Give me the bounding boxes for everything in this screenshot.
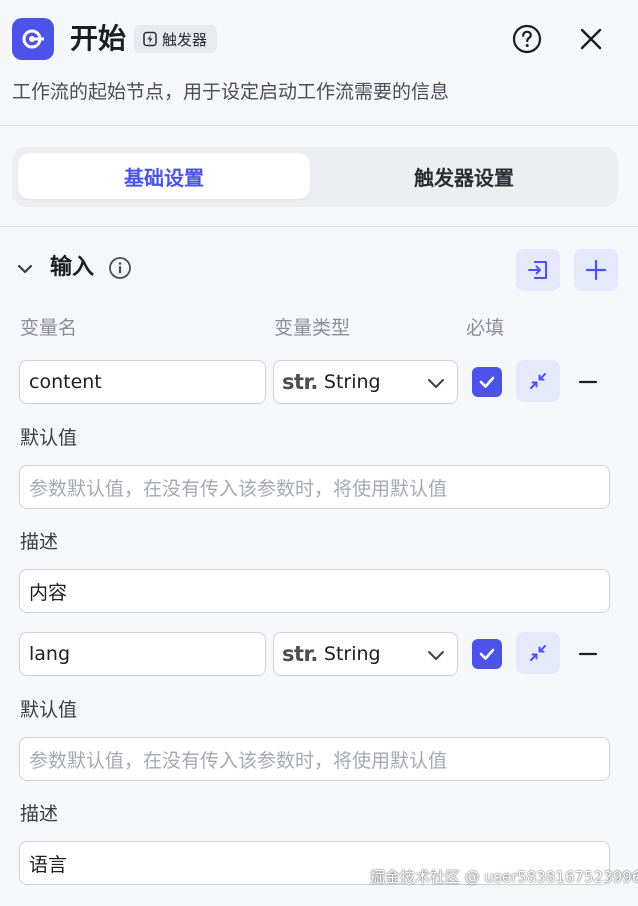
add-variable-button[interactable] (574, 249, 618, 291)
variable-type-select[interactable]: str. String (273, 360, 458, 404)
column-header-name: 变量名 (20, 317, 78, 339)
remove-variable-button[interactable] (574, 640, 602, 668)
start-node-icon (12, 18, 54, 60)
watermark: 掘金技术社区 @ user5838167523996 (370, 868, 638, 886)
collapse-arrows-icon (530, 645, 546, 661)
info-icon[interactable] (108, 256, 132, 280)
default-value-input[interactable]: 参数默认值，在没有传入该参数时，将使用默认值 (19, 737, 610, 781)
help-circle-icon (512, 24, 542, 54)
description-label: 描述 (20, 803, 59, 825)
collapse-arrows-icon (530, 373, 546, 389)
description-input[interactable]: 内容 (19, 569, 610, 613)
default-value-label: 默认值 (20, 699, 78, 721)
lightning-icon (143, 31, 157, 47)
description-label: 描述 (20, 531, 59, 553)
start-node-panel: 开始 触发器 工作流的起始节点，用于设定启动工作流需要的信息 基础设置 触发器设… (0, 0, 638, 906)
input-section-title: 输入 (50, 255, 95, 280)
node-title: 开始 (70, 22, 127, 55)
check-icon (479, 376, 495, 388)
column-header-required: 必填 (466, 317, 505, 339)
variable-type-select[interactable]: str. String (273, 632, 458, 676)
chevron-down-icon (17, 264, 33, 274)
column-header-type: 变量类型 (274, 317, 351, 339)
type-value: String (323, 643, 381, 665)
minus-icon (578, 652, 598, 656)
type-prefix: str. (282, 370, 318, 394)
minimize-button[interactable] (516, 360, 560, 402)
plus-icon (585, 259, 607, 281)
import-button[interactable] (516, 249, 560, 291)
node-description: 工作流的起始节点，用于设定启动工作流需要的信息 (12, 81, 450, 103)
required-checkbox[interactable] (472, 367, 502, 397)
close-button[interactable] (574, 22, 608, 56)
tabs-area: 基础设置 触发器设置 (0, 127, 638, 227)
remove-variable-button[interactable] (574, 368, 602, 396)
variable-name-input[interactable]: lang (19, 632, 266, 676)
chevron-down-icon (428, 379, 444, 388)
type-value: String (323, 371, 381, 393)
tab-trigger-settings[interactable]: 触发器设置 (318, 153, 610, 199)
chevron-down-icon (428, 651, 444, 660)
panel-header: 开始 触发器 工作流的起始节点，用于设定启动工作流需要的信息 (0, 0, 638, 126)
default-value-label: 默认值 (20, 427, 78, 449)
help-button[interactable] (510, 22, 544, 56)
import-icon (528, 261, 547, 279)
default-value-input[interactable]: 参数默认值，在没有传入该参数时，将使用默认值 (19, 465, 610, 509)
trigger-badge: 触发器 (134, 25, 218, 53)
minus-icon (578, 380, 598, 384)
check-icon (479, 648, 495, 660)
minimize-button[interactable] (516, 632, 560, 674)
close-icon (580, 28, 602, 50)
settings-tabs: 基础设置 触发器设置 (12, 147, 618, 207)
type-prefix: str. (282, 642, 318, 666)
variable-name-input[interactable]: content (19, 360, 266, 404)
required-checkbox[interactable] (472, 639, 502, 669)
trigger-badge-label: 触发器 (162, 30, 208, 49)
tab-basic-settings[interactable]: 基础设置 (18, 153, 310, 199)
collapse-button[interactable] (14, 258, 36, 280)
